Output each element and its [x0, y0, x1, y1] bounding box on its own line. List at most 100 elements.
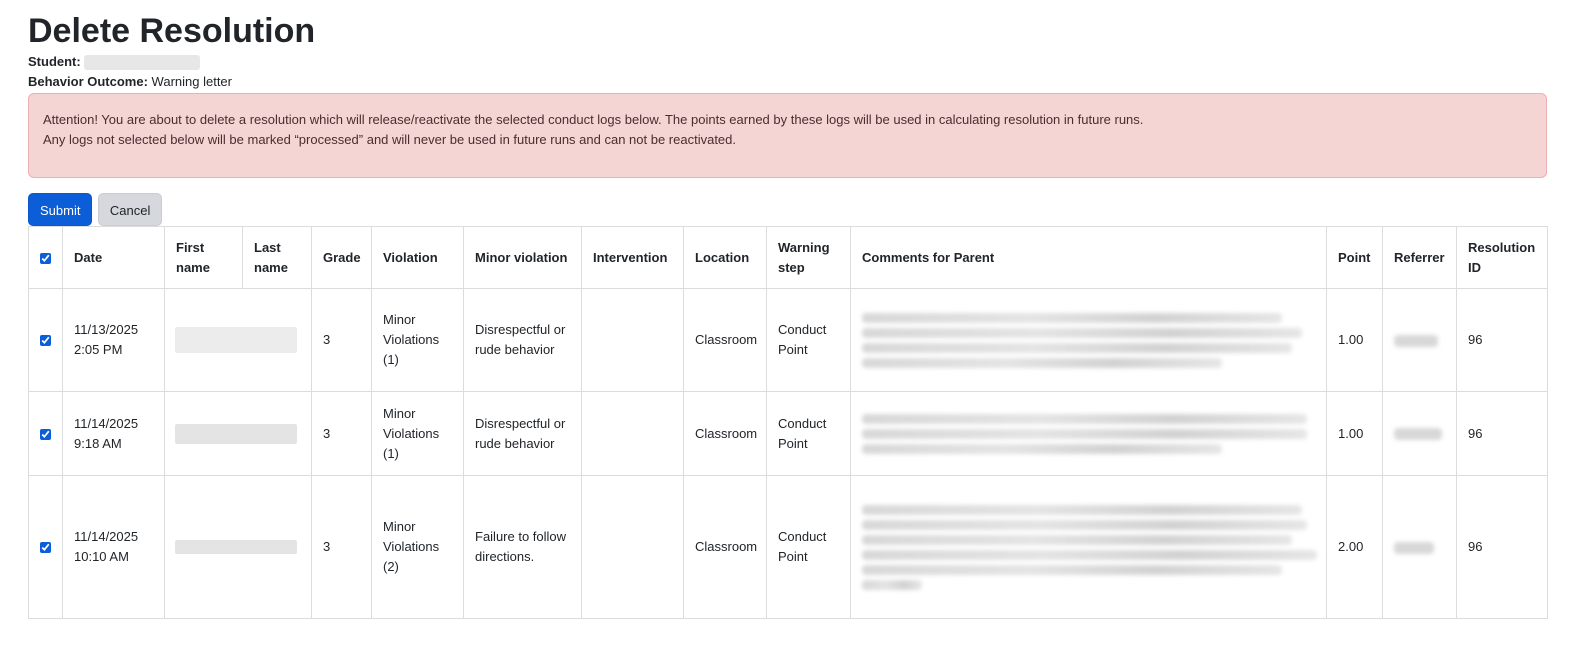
select-all-cell [28, 226, 63, 289]
row-checkbox[interactable] [40, 542, 51, 554]
cell-warning-step: Conduct Point [766, 288, 851, 392]
date-value: 11/14/2025 [74, 529, 139, 544]
cell-referrer-redacted [1382, 288, 1457, 392]
row-checkbox[interactable] [40, 428, 51, 440]
blurred-comment-line [862, 357, 1222, 368]
behavior-outcome-value: Warning letter [151, 74, 232, 89]
cell-minor-violation: Failure to follow directions. [463, 475, 582, 619]
header-resolution-id[interactable]: Resolution ID [1456, 226, 1548, 289]
row-select-cell [28, 391, 63, 476]
time-value: 9:18 AM [74, 435, 122, 451]
cell-name-redacted [164, 475, 312, 619]
cell-warning-step: Conduct Point [766, 391, 851, 476]
alert-line-2: Any logs not selected below will be mark… [43, 132, 736, 147]
cell-resolution-id: 96 [1456, 391, 1548, 476]
table-header-row: Date First name Last name Grade Violatio… [28, 226, 1548, 289]
cancel-button[interactable]: Cancel [97, 193, 163, 226]
cell-point: 2.00 [1326, 475, 1383, 619]
name-redaction [175, 423, 297, 444]
name-redaction [175, 540, 297, 554]
cell-violation: Minor Violations (1) [371, 391, 464, 476]
cell-comments-redacted [850, 475, 1327, 619]
cell-violation: Minor Violations (2) [371, 475, 464, 619]
blurred-comment-line [862, 564, 1282, 575]
cell-resolution-id: 96 [1456, 288, 1548, 392]
header-violation[interactable]: Violation [371, 226, 464, 289]
cell-date: 11/13/2025 2:05 PM [62, 288, 165, 392]
action-buttons: Submit Cancel [28, 193, 1546, 227]
cell-name-redacted [164, 391, 312, 476]
blurred-comment-line [862, 549, 1317, 560]
blurred-comment-line [862, 534, 1292, 545]
header-minor-violation[interactable]: Minor violation [463, 226, 582, 289]
table-row: 11/13/2025 2:05 PM 3 Minor Violations (1… [28, 288, 1548, 392]
header-location[interactable]: Location [683, 226, 767, 289]
cell-date: 11/14/2025 10:10 AM [62, 475, 165, 619]
blurred-comment-line [862, 504, 1302, 515]
cell-date: 11/14/2025 9:18 AM [62, 391, 165, 476]
header-grade[interactable]: Grade [311, 226, 372, 289]
cell-point: 1.00 [1326, 288, 1383, 392]
cell-minor-violation: Disrespectful or rude behavior [463, 288, 582, 392]
cell-name-redacted [164, 288, 312, 392]
cell-intervention [581, 475, 684, 619]
row-select-cell [28, 475, 63, 619]
blurred-comment-line [862, 327, 1302, 338]
cell-referrer-redacted [1382, 391, 1457, 476]
header-point[interactable]: Point [1326, 226, 1383, 289]
blurred-comment-line [862, 579, 922, 590]
blurred-comment-line [862, 519, 1307, 530]
cell-violation: Minor Violations (1) [371, 288, 464, 392]
time-value: 2:05 PM [74, 342, 123, 357]
student-name-redacted [84, 55, 201, 71]
cell-grade: 3 [311, 391, 372, 476]
header-referrer[interactable]: Referrer [1382, 226, 1457, 289]
row-select-cell [28, 288, 63, 392]
page-title: Delete Resolution [28, 12, 316, 50]
cell-resolution-id: 96 [1456, 475, 1548, 619]
cell-intervention [581, 391, 684, 476]
page: Delete Resolution Student: Behavior Outc… [0, 0, 1570, 619]
time-value: 10:10 AM [74, 549, 129, 564]
header-date[interactable]: Date [62, 226, 165, 289]
date-value: 11/13/2025 [74, 322, 139, 337]
student-label: Student: [28, 54, 81, 69]
behavior-outcome-line: Behavior Outcome: Warning letter [28, 72, 1546, 92]
behavior-outcome-label: Behavior Outcome: [28, 74, 148, 89]
submit-button[interactable]: Submit [28, 193, 93, 226]
blurred-referrer [1394, 428, 1442, 441]
blurred-comment-line [862, 443, 1222, 454]
student-line: Student: [28, 52, 1546, 72]
cell-comments-redacted [850, 391, 1327, 476]
cell-grade: 3 [311, 288, 372, 392]
date-value: 11/14/2025 [74, 415, 139, 431]
header-last-name[interactable]: Last name [242, 226, 312, 289]
attention-alert: Attention! You are about to delete a res… [28, 93, 1547, 178]
conduct-logs-table: Date First name Last name Grade Violatio… [28, 226, 1548, 619]
table-row: 11/14/2025 9:18 AM 3 Minor Violations (1… [28, 391, 1548, 476]
blurred-comment-line [862, 413, 1307, 424]
select-all-checkbox[interactable] [40, 252, 51, 264]
row-checkbox[interactable] [40, 335, 51, 347]
blurred-referrer [1394, 541, 1434, 554]
cell-grade: 3 [311, 475, 372, 619]
header-first-name[interactable]: First name [164, 226, 243, 289]
cell-minor-violation: Disrespectful or rude behavior [463, 391, 582, 476]
header-intervention[interactable]: Intervention [581, 226, 684, 289]
blurred-comment-line [862, 342, 1292, 353]
alert-line-1: Attention! You are about to delete a res… [43, 112, 1144, 127]
name-redaction [175, 327, 297, 353]
header-warning-step[interactable]: Warning step [766, 226, 851, 289]
cell-location: Classroom [683, 288, 767, 392]
cell-warning-step: Conduct Point [766, 475, 851, 619]
cell-comments-redacted [850, 288, 1327, 392]
cell-location: Classroom [683, 475, 767, 619]
cell-referrer-redacted [1382, 475, 1457, 619]
cell-location: Classroom [683, 391, 767, 476]
table-row: 11/14/2025 10:10 AM 3 Minor Violations (… [28, 475, 1548, 619]
blurred-comment-line [862, 428, 1307, 439]
blurred-comment-line [862, 312, 1282, 323]
cell-point: 1.00 [1326, 391, 1383, 476]
header-comments[interactable]: Comments for Parent [850, 226, 1327, 289]
cell-intervention [581, 288, 684, 392]
